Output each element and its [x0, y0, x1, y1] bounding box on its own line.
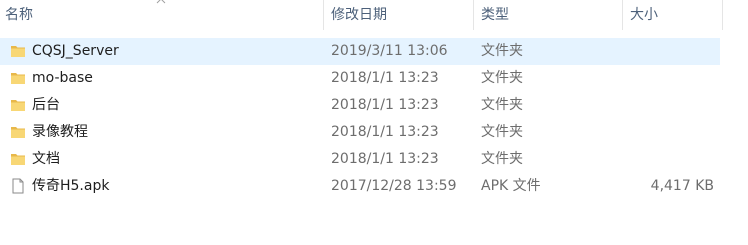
- folder-icon: [11, 100, 25, 111]
- file-name: 文档: [32, 151, 60, 167]
- file-date: 2018/1/1 13:23: [331, 151, 439, 167]
- column-header-bar: 名称 修改日期 类型 大小: [0, 0, 748, 30]
- file-row[interactable]: 录像教程 2018/1/1 13:23 文件夹: [0, 119, 720, 146]
- folder-icon: [11, 73, 25, 84]
- file-date: 2018/1/1 13:23: [331, 70, 439, 86]
- column-divider[interactable]: [323, 0, 324, 30]
- file-size: 4,417 KB: [650, 178, 714, 194]
- file-name: 传奇H5.apk: [32, 178, 110, 194]
- file-icon: [12, 178, 24, 194]
- column-header-type[interactable]: 类型: [481, 0, 509, 30]
- file-name: CQSJ_Server: [32, 43, 119, 59]
- file-date: 2018/1/1 13:23: [331, 97, 439, 113]
- column-divider[interactable]: [622, 0, 623, 30]
- folder-icon: [11, 154, 25, 165]
- column-header-name[interactable]: 名称: [5, 0, 33, 30]
- file-type: 文件夹: [481, 43, 523, 59]
- file-name: 后台: [32, 97, 60, 113]
- file-type: 文件夹: [481, 124, 523, 140]
- file-date: 2018/1/1 13:23: [331, 124, 439, 140]
- column-divider[interactable]: [722, 0, 723, 30]
- column-header-date[interactable]: 修改日期: [331, 0, 387, 30]
- file-type: 文件夹: [481, 97, 523, 113]
- file-row[interactable]: 文档 2018/1/1 13:23 文件夹: [0, 146, 720, 173]
- file-date: 2017/12/28 13:59: [331, 178, 457, 194]
- file-row[interactable]: 后台 2018/1/1 13:23 文件夹: [0, 92, 720, 119]
- file-row[interactable]: CQSJ_Server 2019/3/11 13:06 文件夹: [0, 38, 720, 65]
- folder-icon: [11, 46, 25, 57]
- file-row[interactable]: mo-base 2018/1/1 13:23 文件夹: [0, 65, 720, 92]
- folder-icon: [11, 127, 25, 138]
- column-divider[interactable]: [473, 0, 474, 30]
- file-type: 文件夹: [481, 151, 523, 167]
- file-name: 录像教程: [32, 124, 88, 140]
- column-header-size[interactable]: 大小: [630, 0, 658, 30]
- file-date: 2019/3/11 13:06: [331, 43, 448, 59]
- file-type: APK 文件: [481, 178, 541, 194]
- sort-chevron-up-icon: [156, 0, 166, 4]
- file-name: mo-base: [32, 70, 93, 86]
- file-row[interactable]: 传奇H5.apk 2017/12/28 13:59 APK 文件 4,417 K…: [0, 173, 720, 200]
- file-type: 文件夹: [481, 70, 523, 86]
